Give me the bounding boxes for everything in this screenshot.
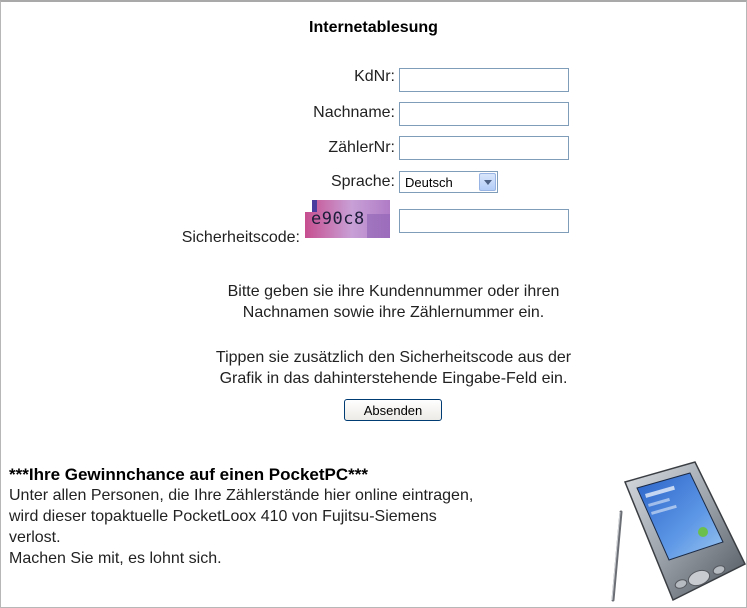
promo-headline: ***Ihre Gewinnchance auf einen PocketPC*… <box>9 465 369 484</box>
captcha-input[interactable] <box>399 209 569 233</box>
instruction-line: Grafik in das dahinterstehende Eingabe-F… <box>219 370 568 387</box>
sicherheitscode-label: Sicherheitscode: <box>181 229 300 246</box>
captcha-image: e90c8 <box>305 200 390 238</box>
submit-button[interactable]: Absenden <box>344 399 442 421</box>
pocketpc-image <box>611 461 747 602</box>
promo-block: ***Ihre Gewinnchance auf einen PocketPC*… <box>9 464 569 569</box>
chevron-down-icon[interactable] <box>479 173 496 191</box>
page-title: Internetablesung <box>309 19 438 36</box>
kdnr-input[interactable] <box>399 68 569 92</box>
zaehlernr-label: ZählerNr: <box>328 139 395 156</box>
promo-line: Unter allen Personen, die Ihre Zählerstä… <box>9 487 474 504</box>
instruction-line: Bitte geben sie ihre Kundennummer oder i… <box>227 283 560 300</box>
instruction-text-1: Bitte geben sie ihre Kundennummer oder i… <box>150 281 637 323</box>
nachname-label: Nachname: <box>313 104 395 121</box>
instruction-line: Nachnamen sowie ihre Zählernummer ein. <box>242 304 545 321</box>
promo-line: verlost. <box>9 529 61 546</box>
sprache-label: Sprache: <box>330 173 395 190</box>
language-selected-value: Deutsch <box>405 175 453 190</box>
instruction-line: Tippen sie zusätzlich den Sicherheitscod… <box>215 349 572 366</box>
promo-line: wird dieser topaktuelle PocketLoox 410 v… <box>9 508 437 525</box>
captcha-code: e90c8 <box>311 209 365 229</box>
instruction-text-2: Tippen sie zusätzlich den Sicherheitscod… <box>150 347 637 389</box>
promo-line: Machen Sie mit, es lohnt sich. <box>9 550 222 567</box>
language-select[interactable]: Deutsch <box>399 171 498 193</box>
kdnr-label: KdNr: <box>354 68 395 85</box>
zaehlernr-input[interactable] <box>399 136 569 160</box>
nachname-input[interactable] <box>399 102 569 126</box>
